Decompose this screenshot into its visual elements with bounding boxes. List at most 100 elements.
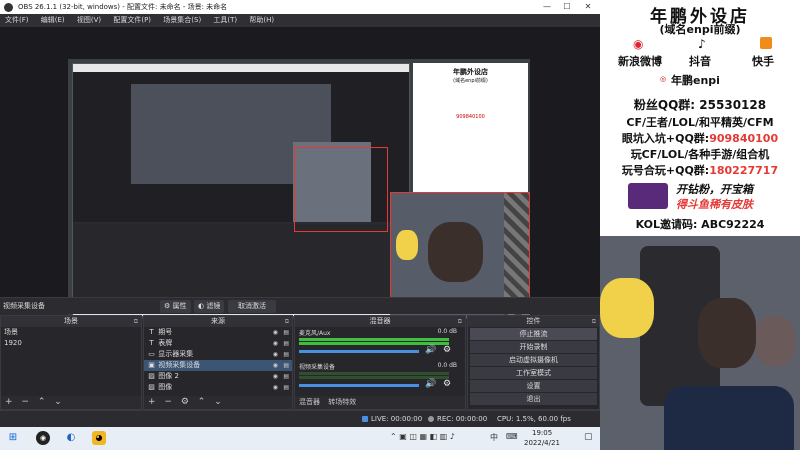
preview-area[interactable]: 年鹏外设店 (域名enpi前缀) 909840100 (0, 27, 600, 319)
studio-mode-button[interactable]: 工作室模式 (470, 367, 597, 379)
filters-button[interactable]: ◐ 滤镜 (194, 300, 225, 313)
channel-name: 麦克风/Aux (299, 330, 331, 337)
nested-ad-line: 909840100 (456, 114, 485, 120)
sources-dock: 来源 ⧉ T 期号 ◉ ▤ T 表牌 ◉ ▤ ▭ 显示器采集 ◉ ▤ ▣ 视频采集设备 ◉ ▤ ▨… (143, 315, 293, 410)
dock-pin-icon: ⧉ (133, 318, 138, 325)
source-item[interactable]: T 期号 ◉ ▤ (144, 327, 292, 338)
games-line: CF/王者/LOL/和平精英/CFM (626, 116, 774, 129)
lock-icon: ▤ (283, 329, 289, 336)
notification-icon[interactable]: ▢ (584, 432, 593, 442)
nested-title-bar (73, 64, 409, 72)
windows-start-icon[interactable]: ⊞ (6, 431, 20, 445)
text-source-icon: T (149, 328, 154, 336)
channel-name: 视频采集设备 (299, 364, 336, 371)
streamer-head (698, 298, 756, 368)
remove-icon[interactable]: − (164, 397, 172, 407)
audio-meter (299, 372, 449, 375)
preview-canvas[interactable]: 年鹏外设店 (域名enpi前缀) 909840100 (68, 59, 530, 319)
source-item[interactable]: ▨ 图像 2 ◉ ▤ (144, 371, 292, 382)
eye-icon: ◉ (272, 351, 278, 358)
title-bar: OBS 26.1.1 (32-bit, windows) - 配置文件: 未命名… (0, 0, 600, 14)
account-qq-line: 玩号合玩+QQ群:180227717 (621, 164, 779, 177)
screen: OBS 26.1.1 (32-bit, windows) - 配置文件: 未命名… (0, 0, 800, 450)
chevron-down-icon[interactable]: ⌄ (54, 397, 62, 407)
stop-streaming-button[interactable]: 停止推流 (470, 328, 597, 340)
scene-item[interactable]: 1920 (1, 338, 141, 349)
menu-profile[interactable]: 配置文件(P) (108, 14, 156, 27)
properties-button[interactable]: ⚙ 属性 (160, 300, 191, 313)
ime-indicator[interactable]: 中 (490, 432, 498, 443)
eye-icon: ◉ (272, 329, 278, 336)
virtual-camera-button[interactable]: 启动虚拟摄像机 (470, 354, 597, 366)
gear-icon[interactable]: ⚙ (181, 397, 189, 407)
scene-item[interactable]: 场景 (1, 327, 141, 338)
deactivate-button[interactable]: 取消激活 (228, 300, 276, 313)
chevron-up-icon[interactable]: ⌃ (198, 397, 206, 407)
add-icon[interactable]: + (5, 397, 13, 407)
clock-date[interactable]: 2022/4/21 (524, 439, 560, 447)
gear-icon[interactable]: ⚙ (443, 345, 451, 355)
exit-button[interactable]: 退出 (470, 393, 597, 405)
menu-file[interactable]: 文件(F) (0, 14, 34, 27)
text-source-icon: T (149, 339, 154, 347)
promo-line-1: 开钻粉，开宝箱 (676, 183, 753, 196)
obs-logo-icon (4, 3, 13, 12)
eye-icon: ◉ (272, 362, 278, 369)
source-item[interactable]: ▨ 图像 ◉ ▤ (144, 382, 292, 393)
lock-icon: ▤ (283, 362, 289, 369)
menu-scene-collection[interactable]: 场景集合(S) (158, 14, 206, 27)
tab-mixer[interactable]: 混音器 (299, 398, 320, 406)
cpu-fps: CPU: 1.5%, 60.00 fps (497, 415, 571, 423)
eye-icon: ◉ (272, 373, 278, 380)
live-indicator-icon (362, 416, 368, 422)
nested-selection-box (294, 147, 388, 232)
gear-icon[interactable]: ⚙ (443, 379, 451, 389)
maximize-button[interactable]: ☐ (557, 0, 577, 14)
menu-view[interactable]: 视图(V) (72, 14, 106, 27)
shop-subtitle: (域名enpi前缀) (659, 23, 741, 36)
lock-icon: ▤ (283, 340, 289, 347)
remove-icon[interactable]: − (21, 397, 29, 407)
source-item[interactable]: T 表牌 ◉ ▤ (144, 338, 292, 349)
add-icon[interactable]: + (148, 397, 156, 407)
source-item[interactable]: ▭ 显示器采集 ◉ ▤ (144, 349, 292, 360)
close-button[interactable]: ✕ (578, 0, 598, 14)
app-taskbar-icon[interactable]: ◕ (92, 431, 106, 445)
clock-time[interactable]: 19:05 (532, 429, 552, 437)
kuaishou-label: 快手 (752, 55, 774, 68)
webcam-feed (600, 236, 800, 450)
current-source-label: 视频采集设备 (3, 302, 45, 310)
source-item-selected[interactable]: ▣ 视频采集设备 ◉ ▤ (144, 360, 292, 371)
camera-icon: ▣ (148, 361, 155, 369)
obs-taskbar-icon[interactable]: ◉ (36, 431, 50, 445)
live-time: LIVE: 00:00:00 (371, 415, 423, 423)
channel-db: 0.0 dB (437, 362, 457, 369)
speaker-icon[interactable]: 🔊 (425, 379, 436, 389)
tab-transitions[interactable]: 转场特效 (328, 398, 356, 406)
settings-button[interactable]: 设置 (470, 380, 597, 392)
streamer-body (664, 386, 794, 450)
start-recording-button[interactable]: 开始录制 (470, 341, 597, 353)
volume-slider[interactable] (299, 350, 419, 353)
menu-edit[interactable]: 编辑(E) (36, 14, 70, 27)
menu-help[interactable]: 帮助(H) (244, 14, 279, 27)
minimize-button[interactable]: — (537, 0, 557, 14)
window-title: OBS 26.1.1 (32-bit, windows) - 配置文件: 未命名… (18, 3, 228, 11)
speaker-icon[interactable]: 🔊 (425, 345, 436, 355)
audio-meter (299, 338, 449, 341)
mixer-dock: 混音器 ⧉ 麦克风/Aux 0.0 dB 🔊 ⚙ 视频采集设备 0.0 dB 🔊 … (294, 315, 466, 410)
menu-tools[interactable]: 工具(T) (208, 14, 242, 27)
dock-pin-icon: ⧉ (591, 318, 596, 325)
rec-time: REC: 00:00:00 (437, 415, 488, 423)
browser-taskbar-icon[interactable]: ◐ (64, 431, 78, 445)
scenes-header: 场景 ⧉ (1, 316, 141, 327)
volume-slider[interactable] (299, 384, 419, 387)
gear-icon: ⚙ (164, 302, 171, 310)
monitor-icon: ▭ (148, 350, 155, 358)
mixer-channel: 麦克风/Aux 0.0 dB 🔊 ⚙ (295, 327, 465, 361)
scenes-dock: 场景 ⧉ 场景 1920 + − ⌃ ⌄ (0, 315, 142, 410)
chevron-up-icon[interactable]: ⌃ (38, 397, 46, 407)
keyboard-icon[interactable]: ⌨ (506, 432, 518, 441)
chevron-down-icon[interactable]: ⌄ (214, 397, 222, 407)
tray-icons[interactable]: ⌃ ▣ ◫ ▦ ◧ ▥ ♪ (390, 432, 455, 441)
